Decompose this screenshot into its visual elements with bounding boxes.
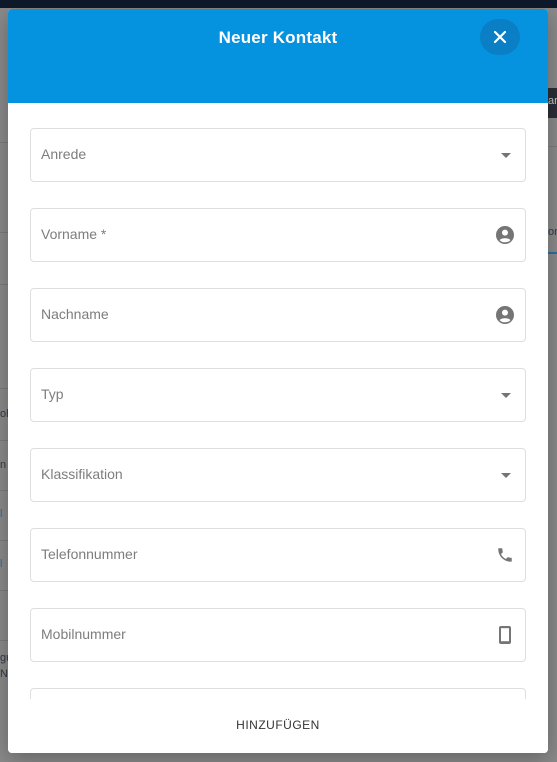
bg-text-fragment: n — [0, 459, 7, 471]
bg-text-fragment: l — [0, 558, 3, 570]
add-button[interactable]: HINZUFÜGEN — [228, 714, 328, 736]
bg-text-fragment: l — [0, 508, 3, 520]
account-circle-icon — [495, 305, 515, 325]
account-circle-icon — [495, 225, 515, 245]
klassifikation-select[interactable]: Klassifikation — [30, 448, 526, 502]
field-label: Klassifikation — [41, 466, 123, 482]
chevron-down-icon — [501, 153, 511, 158]
nachname-field[interactable]: Nachname — [30, 288, 526, 342]
telefonnummer-field[interactable]: Telefonnummer — [30, 528, 526, 582]
chevron-down-icon — [501, 473, 511, 478]
bg-divider — [0, 232, 8, 233]
bg-text-fragment: oh — [0, 408, 8, 420]
close-button[interactable] — [480, 19, 520, 55]
app-top-bar — [0, 0, 557, 8]
field-label: Typ — [41, 386, 64, 402]
smartphone-icon — [495, 625, 515, 645]
bg-divider — [0, 388, 8, 389]
anrede-select[interactable]: Anrede — [30, 128, 526, 182]
bg-divider — [548, 146, 557, 147]
close-icon — [493, 30, 507, 44]
bg-divider — [0, 142, 8, 143]
bg-divider — [0, 640, 8, 641]
dialog-footer: HINZUFÜGEN — [8, 699, 548, 753]
dialog-header: Neuer Kontakt — [8, 9, 548, 103]
bg-text-fragment: gu — [0, 652, 8, 664]
phone-icon — [495, 545, 515, 565]
new-contact-dialog: Neuer Kontakt Anrede Vorname * Nachname … — [8, 9, 548, 753]
bg-divider — [0, 440, 8, 441]
bg-divider — [0, 590, 8, 591]
bg-text-fragment: N — [0, 668, 8, 680]
typ-select[interactable]: Typ — [30, 368, 526, 422]
bg-text-fragment: ar — [548, 95, 557, 107]
chevron-down-icon — [501, 393, 511, 398]
vorname-field[interactable]: Vorname * — [30, 208, 526, 262]
field-label: Vorname * — [41, 226, 107, 242]
mobilnummer-field[interactable]: Mobilnummer — [30, 608, 526, 662]
field-label: Nachname — [41, 306, 109, 322]
field-label: Mobilnummer — [41, 626, 126, 642]
dialog-title: Neuer Kontakt — [218, 28, 338, 47]
field-label: Anrede — [41, 146, 87, 162]
bg-divider — [0, 284, 8, 285]
bg-divider — [0, 540, 8, 541]
field-label: Telefonnummer — [41, 546, 138, 562]
bg-text-fragment: on — [548, 226, 557, 238]
bg-active-tab-indicator — [548, 252, 557, 254]
bg-divider — [0, 490, 8, 491]
